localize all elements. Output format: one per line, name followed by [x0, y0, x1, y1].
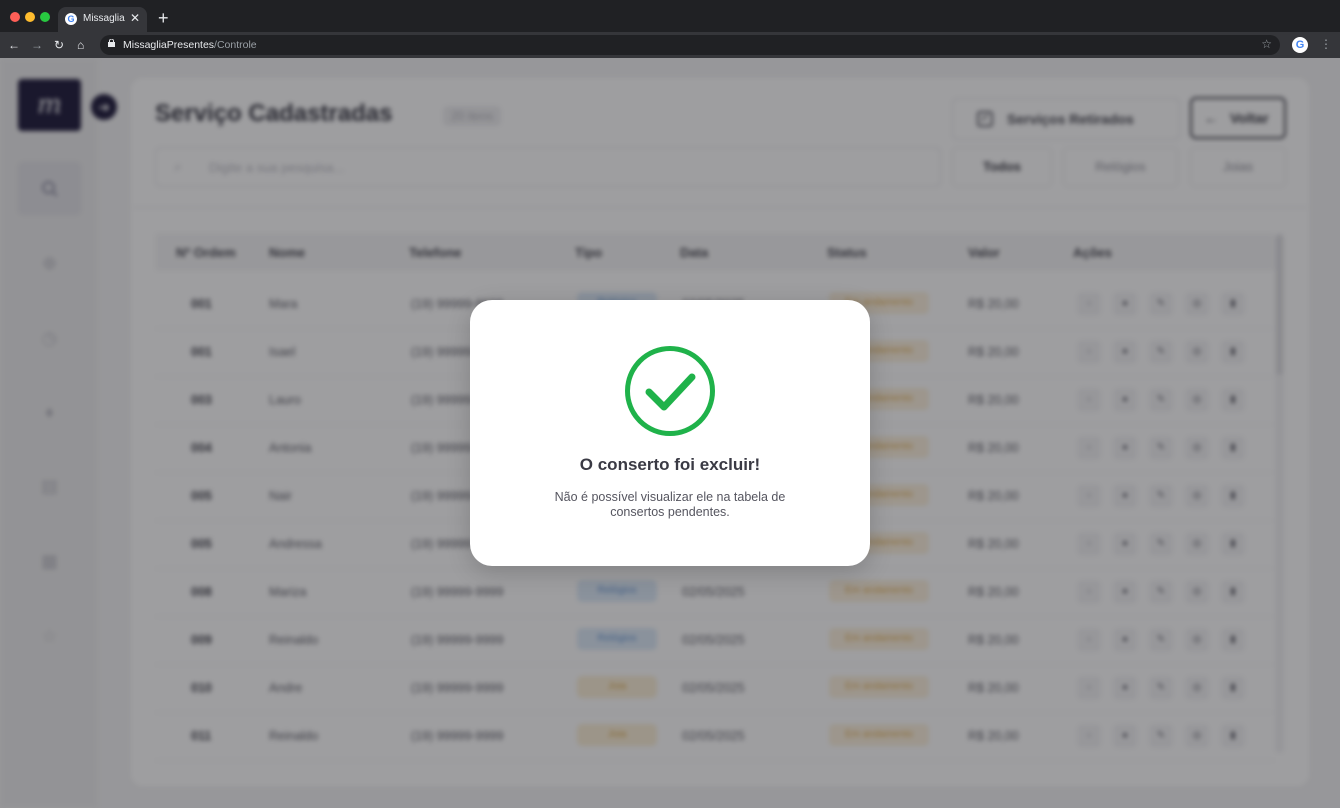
dialog-message: Não é possível visualizar ele na tabela … — [554, 490, 786, 519]
app-viewport: m ⊕ ◷ ♦ ▤ ▦ ☆ ➜ Serviço Cadastradas 20 i… — [0, 58, 1340, 808]
url-host: MissagliaPresentes — [123, 39, 215, 51]
close-window-button[interactable] — [10, 12, 20, 22]
browser-menu-icon[interactable]: ⋮ — [1320, 37, 1332, 51]
lock-icon — [108, 39, 115, 47]
url-path: /Controle — [214, 39, 257, 51]
bookmark-star-icon[interactable]: ☆ — [1261, 37, 1272, 51]
dialog-title: O conserto foi excluir! — [579, 455, 761, 474]
google-account-icon[interactable]: G — [1292, 37, 1308, 53]
tab-title: Missaglia — [83, 13, 125, 24]
browser-toolbar: ← → ↻ ⌂ MissagliaPresentes/Controle ☆ — [0, 32, 1340, 58]
tab-bar: G Missaglia ✕ + — [0, 0, 1340, 32]
google-favicon-icon: G — [65, 13, 77, 25]
minimize-window-button[interactable] — [25, 12, 35, 22]
reload-icon[interactable]: ↻ — [54, 37, 64, 53]
tab-close-icon[interactable]: ✕ — [130, 11, 140, 25]
url-text: MissagliaPresentes/Controle — [123, 39, 257, 51]
browser-tab[interactable]: G Missaglia ✕ — [58, 7, 147, 32]
new-tab-button[interactable]: + — [158, 8, 169, 28]
home-icon[interactable]: ⌂ — [77, 37, 84, 53]
success-check-icon — [625, 346, 715, 436]
back-icon[interactable]: ← — [8, 37, 20, 53]
browser-chrome: G Missaglia ✕ + ← → ↻ ⌂ MissagliaPresent… — [0, 0, 1340, 58]
maximize-window-button[interactable] — [40, 12, 50, 22]
success-dialog: O conserto foi excluir! Não é possível v… — [470, 300, 870, 566]
address-bar[interactable]: MissagliaPresentes/Controle ☆ — [100, 35, 1280, 55]
forward-icon[interactable]: → — [31, 37, 43, 53]
